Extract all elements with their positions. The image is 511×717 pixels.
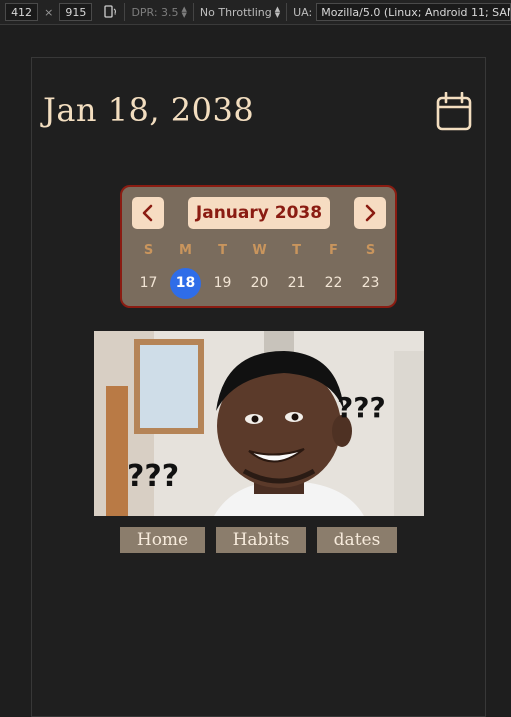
throttling-dropdown[interactable]: No Throttling ▲ ▼	[200, 6, 280, 19]
dimension-times: ×	[44, 5, 54, 19]
day-cell[interactable]: 23	[352, 267, 389, 299]
ua-label: UA:	[293, 5, 313, 19]
weekday-label: S	[365, 243, 376, 258]
confused-meme-image: ??? ???	[94, 331, 424, 516]
day-row: 17 18 19 20 21 22 23	[130, 267, 389, 299]
nav-home-button[interactable]: Home	[120, 527, 205, 553]
day-cell[interactable]: 20	[241, 267, 278, 299]
device-height-input[interactable]: 915	[59, 3, 93, 21]
day-cell[interactable]: 17	[130, 267, 167, 299]
app-frame: Jan 18, 2038 January 2038 S M T W T F S …	[31, 57, 486, 717]
weekday-label: T	[218, 243, 227, 258]
dpr-label: DPR: 3.5	[131, 5, 179, 19]
month-label[interactable]: January 2038	[188, 197, 330, 229]
day-cell[interactable]: 19	[204, 267, 241, 299]
updown-icon: ▲ ▼	[274, 5, 281, 19]
day-cell-selected[interactable]: 18	[167, 267, 204, 299]
throttling-label: No Throttling	[199, 5, 272, 19]
question-marks-right: ???	[337, 391, 386, 424]
rotate-icon[interactable]	[102, 4, 118, 20]
weekday-label: F	[329, 243, 338, 258]
chevron-left-icon	[142, 204, 153, 222]
week-calendar: January 2038 S M T W T F S 17 18 19 20 2…	[120, 185, 397, 308]
devtools-toolbar: 412 × 915 DPR: 3.5 ▲ ▼ No Throttling ▲ ▼ U…	[0, 0, 511, 25]
nav-dates-button[interactable]: dates	[317, 527, 397, 553]
page-title: Jan 18, 2038	[43, 91, 255, 129]
nav-habits-button[interactable]: Habits	[216, 527, 306, 553]
calendar-icon[interactable]	[435, 91, 473, 132]
day-cell[interactable]: 22	[315, 267, 352, 299]
weekday-label: M	[179, 243, 192, 258]
weekday-header: S M T W T F S	[130, 243, 389, 258]
user-agent-input[interactable]: Mozilla/5.0 (Linux; Android 11; SAM	[316, 3, 511, 21]
dpr-dropdown[interactable]: DPR: 3.5 ▲ ▼	[131, 6, 187, 19]
weekday-label: T	[292, 243, 301, 258]
device-width-input[interactable]: 412	[5, 3, 39, 21]
question-marks-left: ???	[127, 459, 179, 494]
weekday-label: S	[143, 243, 154, 258]
chevron-right-icon	[365, 204, 376, 222]
prev-month-button[interactable]	[132, 197, 164, 229]
weekday-label: W	[252, 243, 267, 258]
selected-day-label: 18	[170, 267, 201, 299]
next-month-button[interactable]	[354, 197, 386, 229]
day-cell[interactable]: 21	[278, 267, 315, 299]
updown-icon: ▲ ▼	[181, 5, 187, 19]
meme-illustration: ??? ???	[94, 331, 424, 516]
